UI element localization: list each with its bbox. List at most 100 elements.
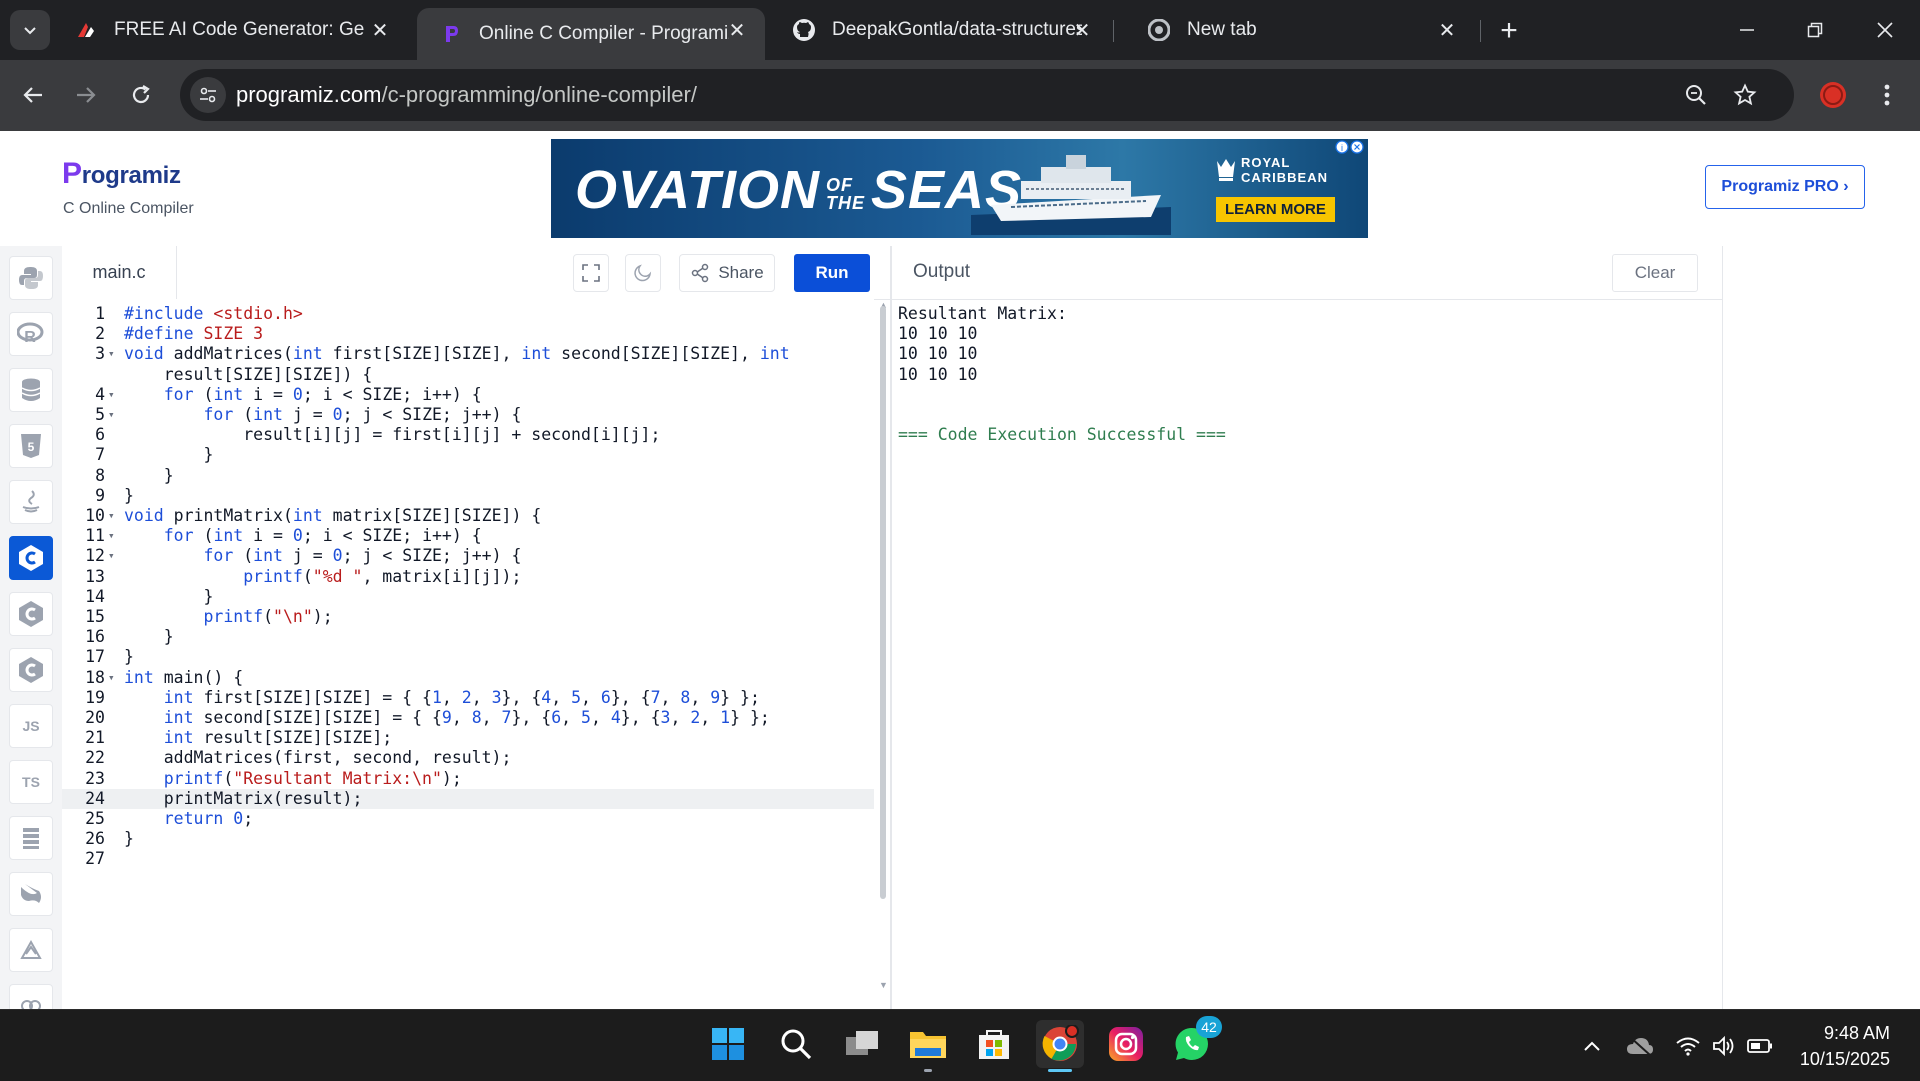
- show-hidden-icons-button[interactable]: [1578, 1032, 1606, 1060]
- lang-swift-button[interactable]: [9, 928, 53, 972]
- close-icon[interactable]: ✕: [1070, 18, 1094, 42]
- code-line[interactable]: 2 #define SIZE 3: [62, 324, 874, 344]
- code-line[interactable]: 20 int second[SIZE][SIZE] = { {9, 8, 7},…: [62, 708, 874, 728]
- ad-choices-icon[interactable]: i: [1335, 140, 1365, 154]
- minimize-button[interactable]: [1724, 10, 1770, 50]
- lang-php-button[interactable]: [9, 872, 53, 916]
- chrome-taskbar-button[interactable]: [1036, 1020, 1084, 1072]
- battery-tray-icon[interactable]: [1746, 1032, 1774, 1060]
- run-button[interactable]: Run: [794, 254, 870, 292]
- tab-search-button[interactable]: [10, 10, 50, 50]
- code-line[interactable]: 18 ▾ int main() {: [62, 668, 874, 688]
- code-line[interactable]: 4 ▾ for (int i = 0; i < SIZE; i++) {: [62, 385, 874, 405]
- programiz-pro-button[interactable]: Programiz PRO ›: [1705, 165, 1865, 209]
- code-line[interactable]: 27: [62, 849, 874, 869]
- system-clock[interactable]: 9:48 AM 10/15/2025: [1800, 1020, 1890, 1072]
- lang-ts-button[interactable]: TS: [9, 760, 53, 804]
- lang-go-button[interactable]: [9, 816, 53, 860]
- code-line[interactable]: 5 ▾ for (int j = 0; j < SIZE; j++) {: [62, 405, 874, 425]
- code-line[interactable]: 19 int first[SIZE][SIZE] = { {1, 2, 3}, …: [62, 688, 874, 708]
- code-line[interactable]: 22 addMatrices(first, second, result);: [62, 748, 874, 768]
- programiz-logo[interactable]: Programiz: [62, 157, 181, 191]
- task-view-button[interactable]: [838, 1020, 886, 1068]
- code-line[interactable]: 17}: [62, 647, 874, 667]
- browser-tab-4[interactable]: New tab ✕: [1125, 8, 1475, 52]
- code-line[interactable]: 11 ▾ for (int i = 0; i < SIZE; i++) {: [62, 526, 874, 546]
- reload-button[interactable]: [120, 74, 162, 116]
- code-line[interactable]: 13 printf("%d ", matrix[i][j]);: [62, 567, 874, 587]
- file-tab-main-c[interactable]: main.c: [62, 246, 177, 299]
- onedrive-tray-icon[interactable]: [1626, 1032, 1654, 1060]
- file-explorer-button[interactable]: [904, 1020, 952, 1072]
- lang-r-button[interactable]: R: [9, 312, 53, 356]
- zoom-button[interactable]: [1680, 79, 1712, 111]
- code-line[interactable]: 3 ▾ void addMatrices(int first[SIZE][SIZE]…: [62, 344, 874, 364]
- instagram-button[interactable]: [1102, 1020, 1150, 1068]
- wifi-tray-icon[interactable]: [1674, 1032, 1702, 1060]
- code-line[interactable]: result[SIZE][SIZE]) {: [62, 365, 874, 385]
- whatsapp-button[interactable]: 42: [1168, 1016, 1222, 1068]
- advertisement-banner[interactable]: OVATION OF THE SEAS ROYAL CARIBBEAN LEARN MO…: [551, 139, 1368, 238]
- lang-c-button[interactable]: [9, 536, 53, 580]
- code-line[interactable]: 14 }: [62, 587, 874, 607]
- close-icon[interactable]: ✕: [368, 18, 392, 42]
- fold-toggle-icon[interactable]: ▾: [108, 344, 115, 364]
- fold-toggle-icon[interactable]: ▾: [108, 385, 115, 405]
- close-icon[interactable]: ✕: [1435, 18, 1459, 42]
- bookmark-button[interactable]: [1729, 79, 1761, 111]
- scroll-down-arrow-icon[interactable]: ▼: [879, 980, 888, 990]
- lang-java-button[interactable]: [9, 480, 53, 524]
- lang-rust-button[interactable]: [9, 984, 53, 1009]
- fold-toggle-icon[interactable]: ▾: [108, 526, 115, 546]
- code-line[interactable]: 21 int result[SIZE][SIZE];: [62, 728, 874, 748]
- fold-toggle-icon[interactable]: ▾: [108, 506, 115, 526]
- code-line[interactable]: 26}: [62, 829, 874, 849]
- code-line[interactable]: 8 }: [62, 466, 874, 486]
- code-line[interactable]: 25 return 0;: [62, 809, 874, 829]
- forward-button[interactable]: [65, 74, 107, 116]
- fold-toggle-icon[interactable]: ▾: [108, 405, 115, 425]
- fullscreen-button[interactable]: [573, 254, 609, 292]
- browser-tab-2[interactable]: Online C Compiler - Programiz ✕: [417, 8, 765, 60]
- code-line[interactable]: 10 ▾ void printMatrix(int matrix[SIZE][SIZ…: [62, 506, 874, 526]
- profile-button[interactable]: [1812, 74, 1854, 116]
- code-line[interactable]: 24 printMatrix(result);: [62, 788, 874, 809]
- lang-js-button[interactable]: JS: [9, 704, 53, 748]
- store-button[interactable]: [970, 1020, 1018, 1068]
- site-info-button[interactable]: [190, 77, 226, 113]
- fold-toggle-icon[interactable]: ▾: [108, 546, 115, 566]
- lang-python-button[interactable]: [9, 256, 53, 300]
- lang-cpp-button[interactable]: [9, 592, 53, 636]
- close-window-button[interactable]: [1862, 10, 1908, 50]
- code-line[interactable]: 7 }: [62, 445, 874, 465]
- code-line[interactable]: 15 printf("\n");: [62, 607, 874, 627]
- address-bar[interactable]: programiz.com/c-programming/online-compi…: [180, 69, 1794, 121]
- lang-sql-button[interactable]: [9, 368, 53, 412]
- volume-tray-icon[interactable]: [1710, 1032, 1738, 1060]
- start-button[interactable]: [704, 1020, 752, 1068]
- code-line[interactable]: 23 printf("Resultant Matrix:\n");: [62, 769, 874, 789]
- back-button[interactable]: [12, 74, 54, 116]
- editor-scrollbar[interactable]: [880, 306, 886, 899]
- restore-button[interactable]: [1792, 10, 1838, 50]
- search-button[interactable]: [772, 1020, 820, 1068]
- menu-button[interactable]: [1866, 74, 1908, 116]
- fold-toggle-icon[interactable]: ▾: [108, 668, 115, 688]
- code-text: }: [124, 586, 214, 606]
- clear-button[interactable]: Clear: [1612, 254, 1698, 292]
- theme-toggle-button[interactable]: [625, 254, 661, 292]
- code-line[interactable]: 16 }: [62, 627, 874, 647]
- close-icon[interactable]: ✕: [725, 18, 749, 42]
- code-editor[interactable]: 1 #include <stdio.h> 2 #define SIZE 3 3 ▾ void…: [62, 299, 874, 1009]
- lang-html-button[interactable]: 5: [9, 424, 53, 468]
- new-tab-button[interactable]: +: [1492, 14, 1526, 48]
- ad-learn-more-button[interactable]: LEARN MORE: [1216, 197, 1335, 222]
- code-line[interactable]: 6 result[i][j] = first[i][j] + second[i]…: [62, 425, 874, 445]
- browser-tab-3[interactable]: DeepakGontla/data-structures-i ✕: [770, 8, 1110, 52]
- share-button[interactable]: Share: [679, 254, 775, 292]
- code-line[interactable]: 9}: [62, 486, 874, 506]
- code-line[interactable]: 12 ▾ for (int j = 0; j < SIZE; j++) {: [62, 546, 874, 566]
- code-line[interactable]: 1 #include <stdio.h>: [62, 304, 874, 324]
- lang-csharp-button[interactable]: [9, 648, 53, 692]
- browser-tab-1[interactable]: FREE AI Code Generator: Gener ✕: [52, 8, 408, 52]
